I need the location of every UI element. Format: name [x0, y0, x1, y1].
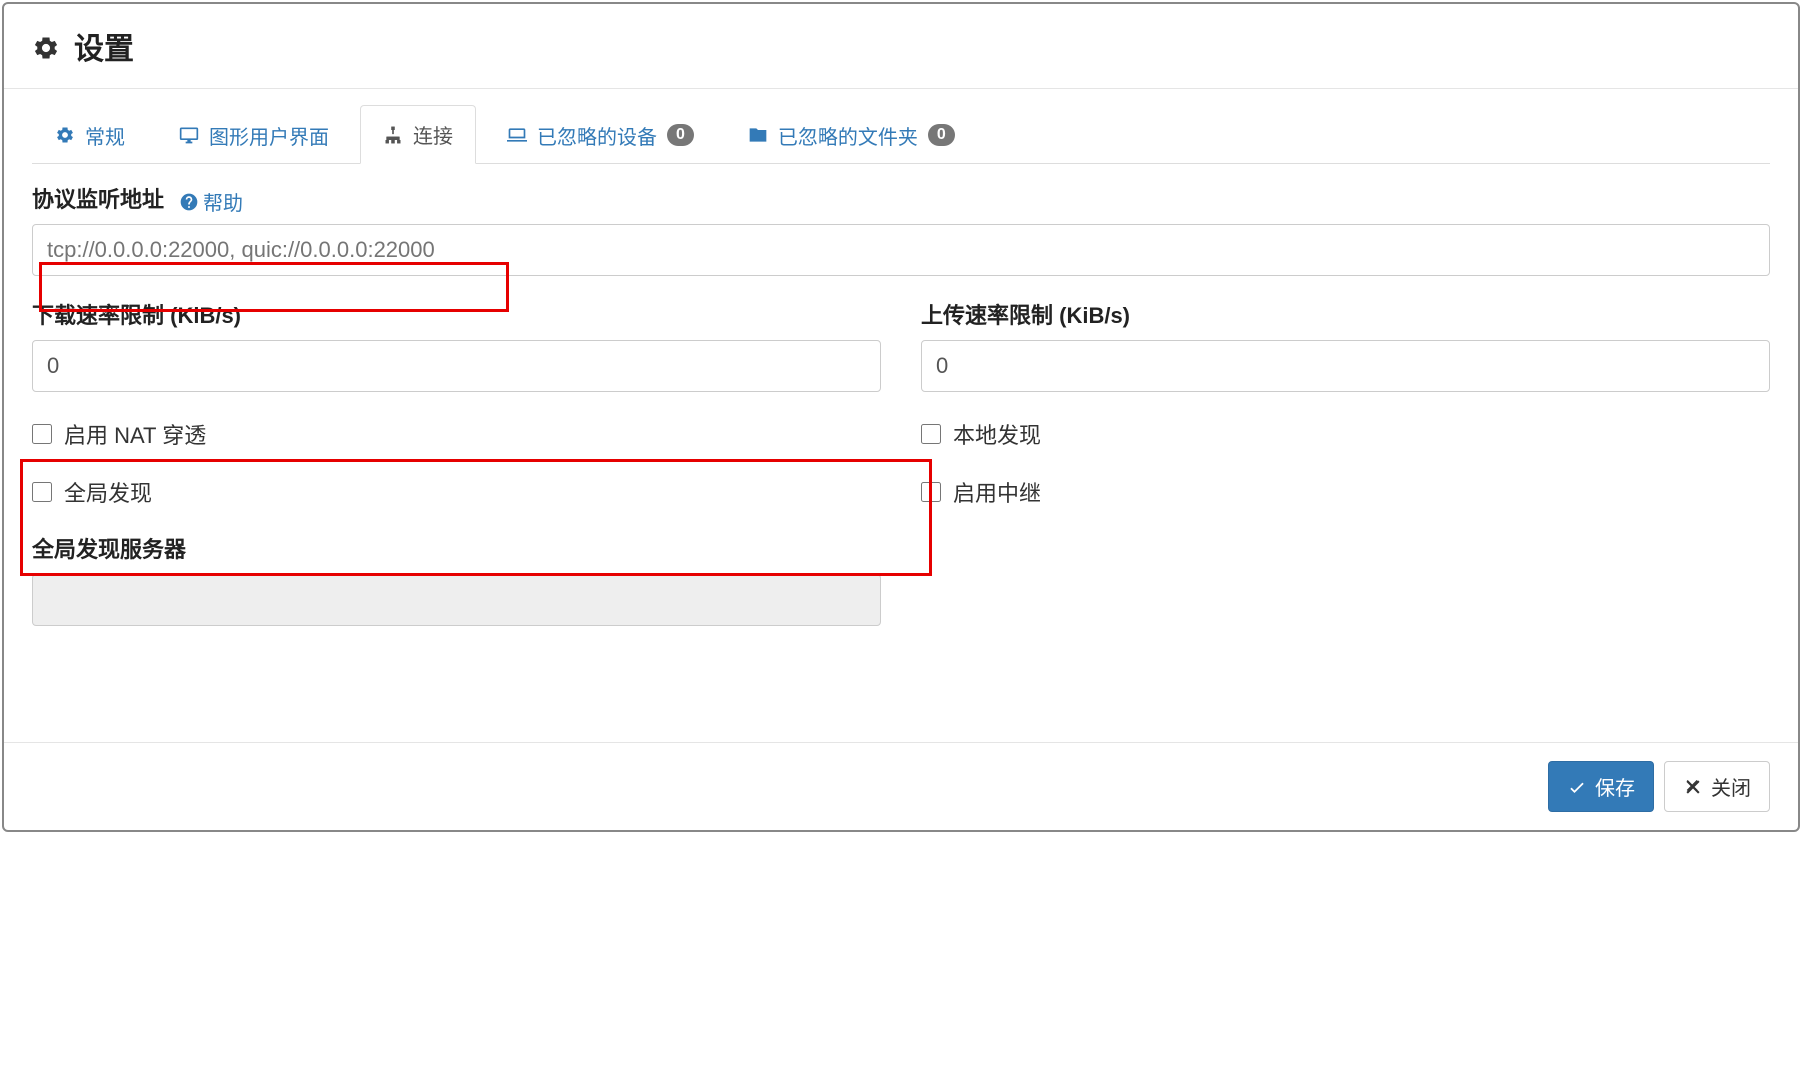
relay-label[interactable]: 启用中继 [953, 476, 1041, 508]
sitemap-icon [383, 123, 403, 146]
modal-footer: 保存 关闭 [4, 742, 1798, 830]
gear-icon [32, 30, 60, 62]
desktop-icon [179, 124, 199, 147]
badge-count: 0 [928, 124, 955, 146]
modal-title: 设置 [74, 24, 134, 68]
gear-icon [55, 124, 75, 147]
folder-icon [748, 124, 768, 147]
tab-label: 常规 [85, 121, 125, 150]
save-button-label: 保存 [1595, 772, 1635, 801]
upload-rate-input[interactable] [921, 340, 1770, 392]
relay-checkbox[interactable] [921, 482, 941, 502]
download-rate-input[interactable] [32, 340, 881, 392]
listen-address-input[interactable] [32, 224, 1770, 276]
rate-limit-row: 下载速率限制 (KiB/s) 上传速率限制 (KiB/s) [32, 298, 1770, 392]
tab-label: 图形用户界面 [209, 121, 329, 150]
nat-traversal-label[interactable]: 启用 NAT 穿透 [64, 418, 206, 450]
checkbox-grid: 启用 NAT 穿透 全局发现 本地发现 启用中继 [32, 418, 1770, 508]
close-button-label: 关闭 [1711, 772, 1751, 801]
check-icon [1567, 775, 1587, 798]
tabs: 常规 图形用户界面 连接 已忽略的设备 0 [32, 105, 1770, 164]
tab-label: 已忽略的文件夹 [778, 121, 918, 150]
global-discovery-checkbox[interactable] [32, 482, 52, 502]
global-discovery-servers-section: 全局发现服务器 [32, 532, 1770, 626]
close-icon [1683, 775, 1703, 798]
help-label: 帮助 [203, 187, 243, 216]
settings-modal: 设置 常规 图形用户界面 连接 [2, 2, 1800, 832]
listen-address-label: 协议监听地址 [32, 182, 164, 214]
global-discovery-servers-input [32, 574, 881, 626]
tab-gui[interactable]: 图形用户界面 [156, 105, 352, 164]
global-discovery-row: 全局发现 [32, 476, 881, 508]
upload-rate-label: 上传速率限制 (KiB/s) [921, 298, 1130, 330]
relay-row: 启用中继 [921, 476, 1770, 508]
laptop-icon [507, 124, 527, 147]
local-discovery-checkbox[interactable] [921, 424, 941, 444]
nat-traversal-row: 启用 NAT 穿透 [32, 418, 881, 450]
tab-ignored-devices[interactable]: 已忽略的设备 0 [484, 105, 717, 164]
modal-header: 设置 [4, 4, 1798, 89]
modal-body: 常规 图形用户界面 连接 已忽略的设备 0 [4, 105, 1798, 654]
question-circle-icon [179, 191, 199, 212]
badge-count: 0 [667, 124, 694, 146]
help-link[interactable]: 帮助 [179, 187, 243, 216]
download-rate-label: 下载速率限制 (KiB/s) [32, 298, 241, 330]
local-discovery-row: 本地发现 [921, 418, 1770, 450]
nat-traversal-checkbox[interactable] [32, 424, 52, 444]
global-discovery-label[interactable]: 全局发现 [64, 476, 152, 508]
tab-connection[interactable]: 连接 [360, 105, 476, 164]
tab-ignored-folders[interactable]: 已忽略的文件夹 0 [725, 105, 978, 164]
tab-general[interactable]: 常规 [32, 105, 148, 164]
global-discovery-servers-label: 全局发现服务器 [32, 532, 186, 564]
close-button[interactable]: 关闭 [1664, 761, 1770, 812]
listen-address-section: 协议监听地址 帮助 [32, 182, 1770, 276]
tab-label: 已忽略的设备 [537, 121, 657, 150]
local-discovery-label[interactable]: 本地发现 [953, 418, 1041, 450]
save-button[interactable]: 保存 [1548, 761, 1654, 812]
tab-label: 连接 [413, 120, 453, 149]
